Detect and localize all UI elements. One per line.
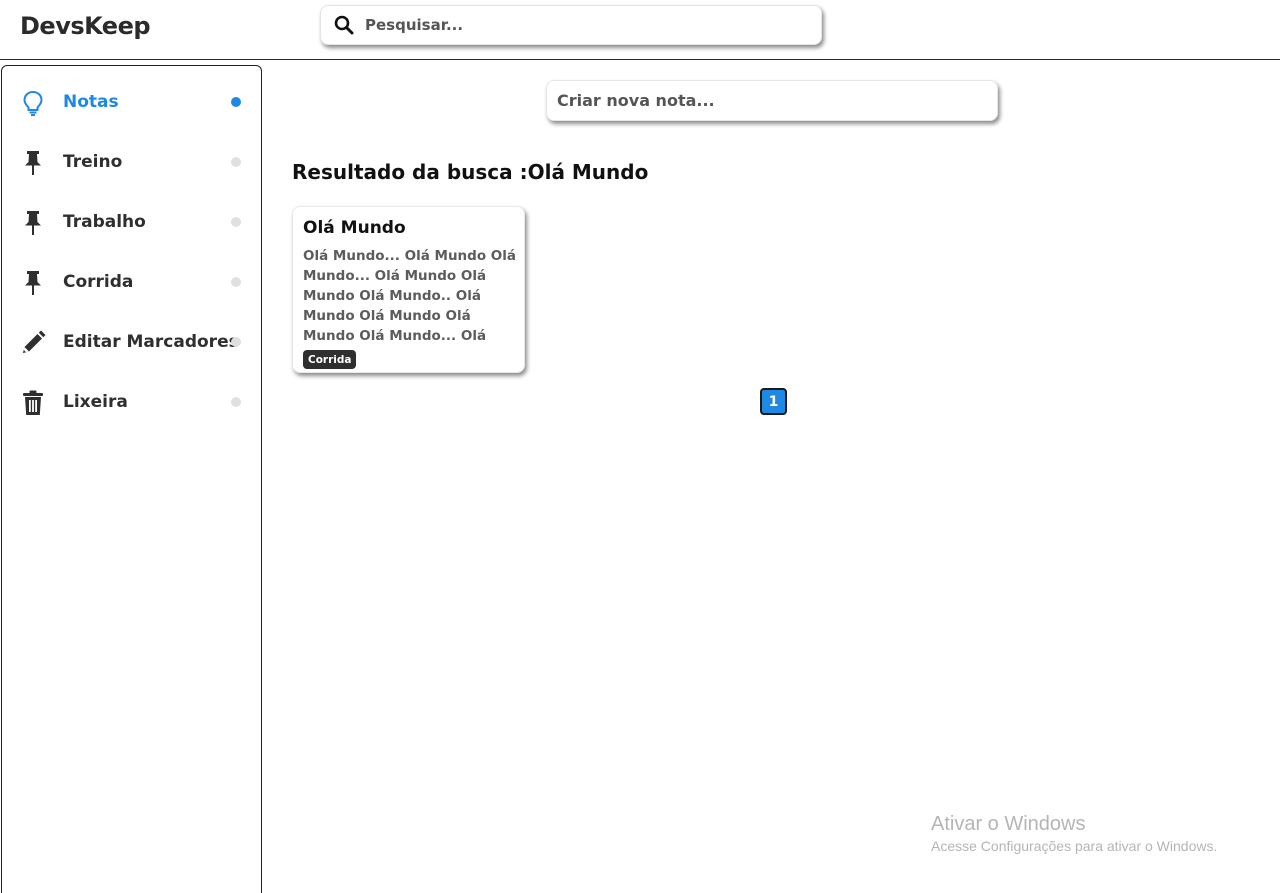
- search-bar[interactable]: [320, 5, 822, 45]
- sidebar-item-label: Lixeira: [63, 392, 128, 412]
- search-icon[interactable]: [333, 14, 355, 36]
- pin-icon: [20, 210, 46, 236]
- indicator-dot: [231, 157, 241, 167]
- sidebar-item-trabalho[interactable]: Trabalho: [2, 202, 261, 242]
- sidebar-item-editar-marcadores[interactable]: Editar Marcadores: [2, 322, 261, 362]
- sidebar-item-label: Trabalho: [63, 212, 146, 232]
- search-input[interactable]: [365, 16, 765, 34]
- sidebar-item-label: Corrida: [63, 272, 134, 292]
- app-logo[interactable]: DevsKeep: [20, 12, 151, 40]
- active-indicator-dot: [231, 97, 241, 107]
- pagination-page-button[interactable]: 1: [760, 388, 787, 415]
- note-body: Olá Mundo... Olá Mundo Olá Mundo... Olá …: [303, 248, 517, 344]
- sidebar: Notas Treino Trabalho Corrida Editar Mar…: [1, 65, 262, 893]
- pin-icon: [20, 270, 46, 296]
- lightbulb-icon: [20, 90, 46, 116]
- sidebar-item-treino[interactable]: Treino: [2, 142, 261, 182]
- pencil-icon: [20, 330, 46, 356]
- indicator-dot: [231, 397, 241, 407]
- indicator-dot: [231, 277, 241, 287]
- pin-icon: [20, 150, 46, 176]
- indicator-dot: [231, 217, 241, 227]
- sidebar-item-corrida[interactable]: Corrida: [2, 262, 261, 302]
- indicator-dot: [231, 337, 241, 347]
- note-tag-badge[interactable]: Corrida: [303, 350, 357, 369]
- sidebar-item-notas[interactable]: Notas: [2, 82, 261, 122]
- note-title: Olá Mundo: [303, 218, 406, 238]
- windows-activation-title: Ativar o Windows: [931, 813, 1086, 835]
- create-note-input[interactable]: [557, 91, 977, 110]
- windows-activation-subtitle: Acesse Configurações para ativar o Windo…: [931, 838, 1218, 854]
- app-header: DevsKeep: [0, 0, 1280, 60]
- sidebar-item-label: Notas: [63, 92, 119, 112]
- search-result-title: Resultado da busca :Olá Mundo: [292, 160, 649, 184]
- sidebar-item-lixeira[interactable]: Lixeira: [2, 382, 261, 422]
- sidebar-item-label: Editar Marcadores: [63, 332, 239, 352]
- sidebar-item-label: Treino: [63, 152, 123, 172]
- note-card[interactable]: Olá Mundo Olá Mundo... Olá Mundo Olá Mun…: [292, 206, 525, 373]
- trash-icon: [20, 390, 46, 416]
- create-note-bar[interactable]: [546, 80, 998, 121]
